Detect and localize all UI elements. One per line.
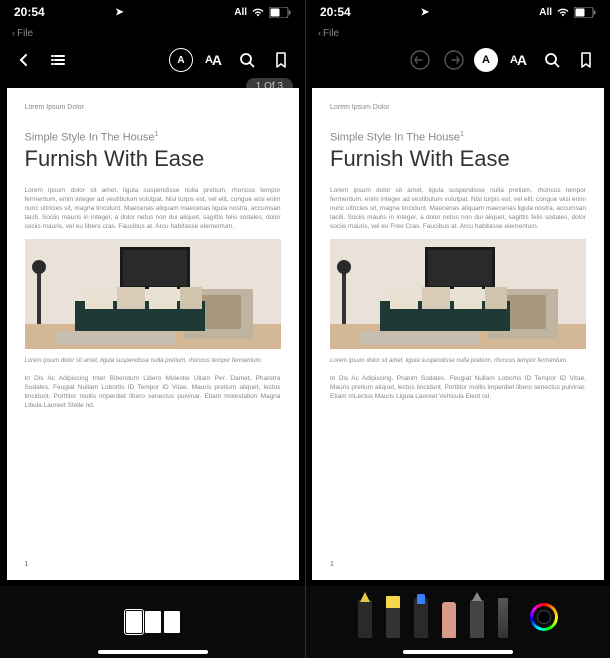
thumbnail-1[interactable] xyxy=(126,611,142,633)
color-picker[interactable] xyxy=(530,603,558,631)
file-label: File xyxy=(17,28,33,39)
toolbar: A AA xyxy=(306,42,610,78)
thumbnail-3[interactable] xyxy=(164,611,180,633)
wifi-icon xyxy=(556,7,570,17)
tool-marker[interactable] xyxy=(414,596,428,638)
status-time: 20:54 xyxy=(320,5,351,19)
tool-ruler[interactable] xyxy=(498,596,508,638)
doc-body-1: Lorem ipsum dolor sit amet, ligula suspe… xyxy=(25,186,281,231)
back-button[interactable] xyxy=(10,46,38,74)
doc-top-label: Lorem Ipsum Dolor xyxy=(330,104,586,111)
doc-caption: Lorem ipsum dolor sit amet, ligula suspe… xyxy=(330,358,586,364)
status-time: 20:54 xyxy=(14,5,45,19)
left-pane: 20:54 ➤ All ‹ File A AA 1 Of 3 Lorem Ips… xyxy=(0,0,305,658)
document-page[interactable]: Lorem Ipsum Dolor Simple Style In The Ho… xyxy=(7,88,299,580)
toolbar: A AA xyxy=(0,42,305,78)
doc-body-1: Lorem ipsum dolor sit amet, ligula suspe… xyxy=(330,186,586,231)
search-button[interactable] xyxy=(538,46,566,74)
doc-subtitle: Simple Style In The House1 xyxy=(25,131,281,144)
battery-icon xyxy=(269,7,291,18)
bottom-bar xyxy=(0,586,305,658)
doc-top-label: Lorem Ipsum Dolor xyxy=(25,104,281,111)
location-icon: ➤ xyxy=(421,7,429,18)
search-button[interactable] xyxy=(233,46,261,74)
text-size-button[interactable]: AA xyxy=(504,46,532,74)
markup-toolbar xyxy=(306,586,610,658)
redo-button[interactable] xyxy=(440,46,468,74)
wifi-icon xyxy=(251,7,265,17)
tool-pencil[interactable] xyxy=(470,596,484,638)
text-size-button[interactable]: AA xyxy=(199,46,227,74)
file-label: File xyxy=(323,28,339,39)
file-row[interactable]: ‹ File xyxy=(0,24,305,42)
appearance-button[interactable]: A xyxy=(169,48,193,72)
doc-page-number: 1 xyxy=(25,561,29,568)
location-icon: ➤ xyxy=(115,7,123,18)
bookmark-button[interactable] xyxy=(572,46,600,74)
doc-page-number: 1 xyxy=(330,561,334,568)
markup-tools xyxy=(358,596,558,648)
chevron-left-icon: ‹ xyxy=(12,28,15,38)
home-indicator[interactable] xyxy=(403,650,513,654)
doc-caption: Lorem ipsum dolor sit amet, ligula suspe… xyxy=(25,358,281,364)
chevron-left-icon: ‹ xyxy=(318,28,321,38)
home-indicator[interactable] xyxy=(98,650,208,654)
file-row[interactable]: ‹ File xyxy=(306,24,610,42)
status-net: All xyxy=(539,7,552,18)
status-bar: 20:54 ➤ All xyxy=(306,0,610,24)
thumbnail-2[interactable] xyxy=(145,611,161,633)
tool-pen[interactable] xyxy=(358,596,372,638)
status-bar: 20:54 ➤ All xyxy=(0,0,305,24)
tool-eraser[interactable] xyxy=(442,596,456,638)
appearance-button[interactable]: A xyxy=(474,48,498,72)
status-right: All xyxy=(539,7,596,18)
contents-button[interactable] xyxy=(44,46,72,74)
doc-title: Furnish With Ease xyxy=(330,146,586,172)
battery-icon xyxy=(574,7,596,18)
status-right: All xyxy=(234,7,291,18)
right-pane: 20:54 ➤ All ‹ File A AA Lorem Ipsum Dolo… xyxy=(305,0,610,658)
bookmark-button[interactable] xyxy=(267,46,295,74)
current-color xyxy=(537,610,551,624)
doc-title: Furnish With Ease xyxy=(25,146,281,172)
page-area: 1 Of 3 Lorem Ipsum Dolor Simple Style In… xyxy=(0,78,305,586)
page-thumbnails[interactable] xyxy=(126,611,180,633)
undo-button[interactable] xyxy=(406,46,434,74)
doc-body-2: In Dis Ac Adipiscing. Priarim Sodales. F… xyxy=(330,374,586,401)
doc-photo xyxy=(330,239,586,349)
tool-highlighter[interactable] xyxy=(386,596,400,638)
doc-body-2: In Dis Ac Adipiscing Inter Bibendum Libe… xyxy=(25,374,281,410)
page-area: Lorem Ipsum Dolor Simple Style In The Ho… xyxy=(306,78,610,586)
doc-photo xyxy=(25,239,281,349)
status-net: All xyxy=(234,7,247,18)
doc-subtitle: Simple Style In The House1 xyxy=(330,131,586,144)
document-page[interactable]: Lorem Ipsum Dolor Simple Style In The Ho… xyxy=(312,88,604,580)
